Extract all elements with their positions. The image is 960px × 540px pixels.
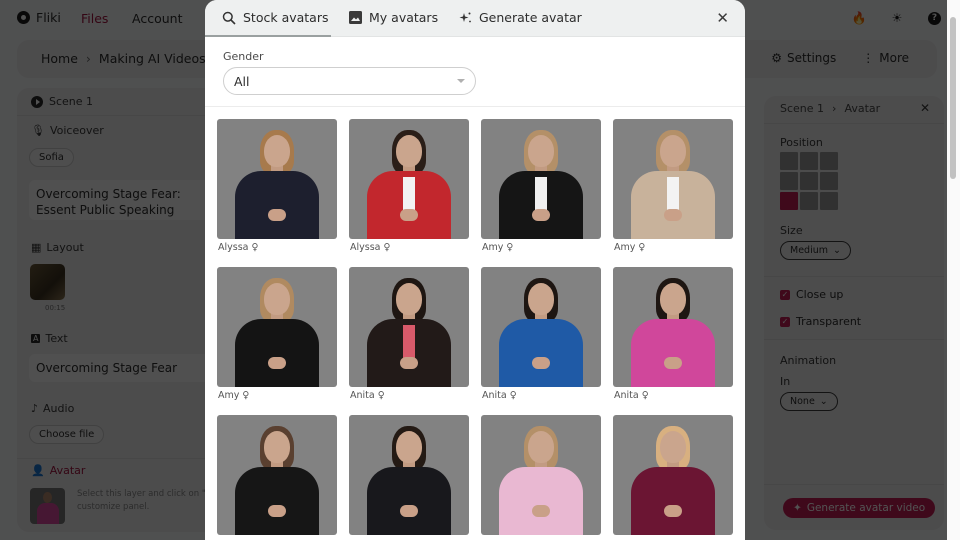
figure-face bbox=[660, 283, 686, 315]
figure-face bbox=[396, 431, 422, 463]
figure-face bbox=[528, 431, 554, 463]
gender-select[interactable]: All bbox=[223, 67, 476, 95]
avatar-preview-image[interactable] bbox=[217, 119, 337, 239]
avatar-name-text: Amy bbox=[218, 390, 240, 401]
image-icon bbox=[348, 11, 362, 25]
page-scrollbar[interactable] bbox=[947, 0, 960, 540]
gender-filter-label: Gender bbox=[223, 50, 264, 63]
figure-hands bbox=[664, 505, 682, 517]
avatar-grid-scroll-area: Alyssa ♀ Alyssa ♀ Amy ♀ Amy ♀ Amy ♀ Anita ♀ An… bbox=[205, 107, 745, 540]
tab-label: Generate avatar bbox=[479, 10, 582, 25]
figure-hands bbox=[532, 505, 550, 517]
avatar-preview-image[interactable] bbox=[217, 415, 337, 535]
avatar-card[interactable] bbox=[349, 415, 469, 535]
avatar-preview-image[interactable] bbox=[481, 119, 601, 239]
figure-face bbox=[264, 135, 290, 167]
avatar-card[interactable]: Amy ♀ bbox=[481, 119, 601, 253]
avatar-preview-image[interactable] bbox=[613, 415, 733, 535]
tab-stock-avatars[interactable]: Stock avatars bbox=[222, 10, 329, 25]
avatar-card[interactable]: Alyssa ♀ bbox=[217, 119, 337, 253]
avatar-grid: Alyssa ♀ Alyssa ♀ Amy ♀ Amy ♀ Amy ♀ Anita ♀ An… bbox=[217, 119, 733, 535]
figure-face bbox=[528, 283, 554, 315]
figure-face bbox=[396, 283, 422, 315]
female-icon: ♀ bbox=[242, 390, 250, 401]
avatar-name: Amy ♀ bbox=[218, 390, 249, 401]
avatar-card[interactable]: Anita ♀ bbox=[481, 267, 601, 401]
figure-face bbox=[660, 135, 686, 167]
avatar-preview-image[interactable] bbox=[613, 119, 733, 239]
avatar-name: Anita ♀ bbox=[482, 390, 517, 401]
avatar-name: Amy ♀ bbox=[614, 242, 645, 253]
avatar-preview-image[interactable] bbox=[349, 267, 469, 387]
female-icon: ♀ bbox=[641, 390, 649, 401]
figure-face bbox=[264, 283, 290, 315]
close-icon[interactable]: ✕ bbox=[716, 9, 729, 27]
sparkle-icon bbox=[458, 11, 472, 25]
avatar-name-text: Alyssa bbox=[350, 242, 381, 253]
active-tab-indicator bbox=[205, 35, 331, 37]
gender-select-value: All bbox=[234, 73, 250, 89]
avatar-card[interactable]: Alyssa ♀ bbox=[349, 119, 469, 253]
female-icon: ♀ bbox=[638, 242, 646, 253]
figure-hands bbox=[268, 505, 286, 517]
figure-hands bbox=[400, 505, 418, 517]
avatar-card[interactable] bbox=[613, 415, 733, 535]
figure-hands bbox=[400, 357, 418, 369]
avatar-card[interactable]: Amy ♀ bbox=[613, 119, 733, 253]
figure-hands bbox=[532, 209, 550, 221]
avatar-name: Amy ♀ bbox=[482, 242, 513, 253]
figure-hands bbox=[400, 209, 418, 221]
figure-hands bbox=[532, 357, 550, 369]
figure-hands bbox=[664, 209, 682, 221]
figure-face bbox=[528, 135, 554, 167]
scrollbar-thumb[interactable] bbox=[950, 17, 956, 179]
avatar-preview-image[interactable] bbox=[481, 267, 601, 387]
avatar-preview-image[interactable] bbox=[613, 267, 733, 387]
figure-face bbox=[660, 431, 686, 463]
caret-down-icon bbox=[457, 79, 465, 83]
female-icon: ♀ bbox=[506, 242, 514, 253]
figure-hands bbox=[664, 357, 682, 369]
figure-hands bbox=[268, 209, 286, 221]
avatar-picker-modal: Stock avatars My avatars Generate avatar… bbox=[205, 0, 745, 540]
avatar-name-text: Anita bbox=[482, 390, 507, 401]
avatar-preview-image[interactable] bbox=[481, 415, 601, 535]
female-icon: ♀ bbox=[383, 242, 391, 253]
avatar-name: Alyssa ♀ bbox=[350, 242, 390, 253]
avatar-card[interactable] bbox=[217, 415, 337, 535]
tab-my-avatars[interactable]: My avatars bbox=[348, 10, 438, 25]
avatar-preview-image[interactable] bbox=[349, 415, 469, 535]
modal-tab-bar: Stock avatars My avatars Generate avatar… bbox=[205, 0, 745, 37]
female-icon: ♀ bbox=[377, 390, 385, 401]
avatar-card[interactable] bbox=[481, 415, 601, 535]
avatar-name-text: Amy bbox=[614, 242, 636, 253]
female-icon: ♀ bbox=[251, 242, 259, 253]
avatar-name-text: Anita bbox=[614, 390, 639, 401]
search-icon bbox=[222, 11, 236, 25]
tab-label: Stock avatars bbox=[243, 10, 329, 25]
tab-label: My avatars bbox=[369, 10, 439, 25]
avatar-name: Alyssa ♀ bbox=[218, 242, 258, 253]
tab-generate-avatar[interactable]: Generate avatar bbox=[458, 10, 582, 25]
figure-hands bbox=[268, 357, 286, 369]
avatar-name: Anita ♀ bbox=[350, 390, 385, 401]
avatar-card[interactable]: Amy ♀ bbox=[217, 267, 337, 401]
female-icon: ♀ bbox=[509, 390, 517, 401]
avatar-name-text: Anita bbox=[350, 390, 375, 401]
avatar-name: Anita ♀ bbox=[614, 390, 649, 401]
avatar-preview-image[interactable] bbox=[217, 267, 337, 387]
avatar-name-text: Alyssa bbox=[218, 242, 249, 253]
avatar-card[interactable]: Anita ♀ bbox=[349, 267, 469, 401]
avatar-card[interactable]: Anita ♀ bbox=[613, 267, 733, 401]
figure-face bbox=[396, 135, 422, 167]
avatar-name-text: Amy bbox=[482, 242, 504, 253]
avatar-preview-image[interactable] bbox=[349, 119, 469, 239]
figure-face bbox=[264, 431, 290, 463]
